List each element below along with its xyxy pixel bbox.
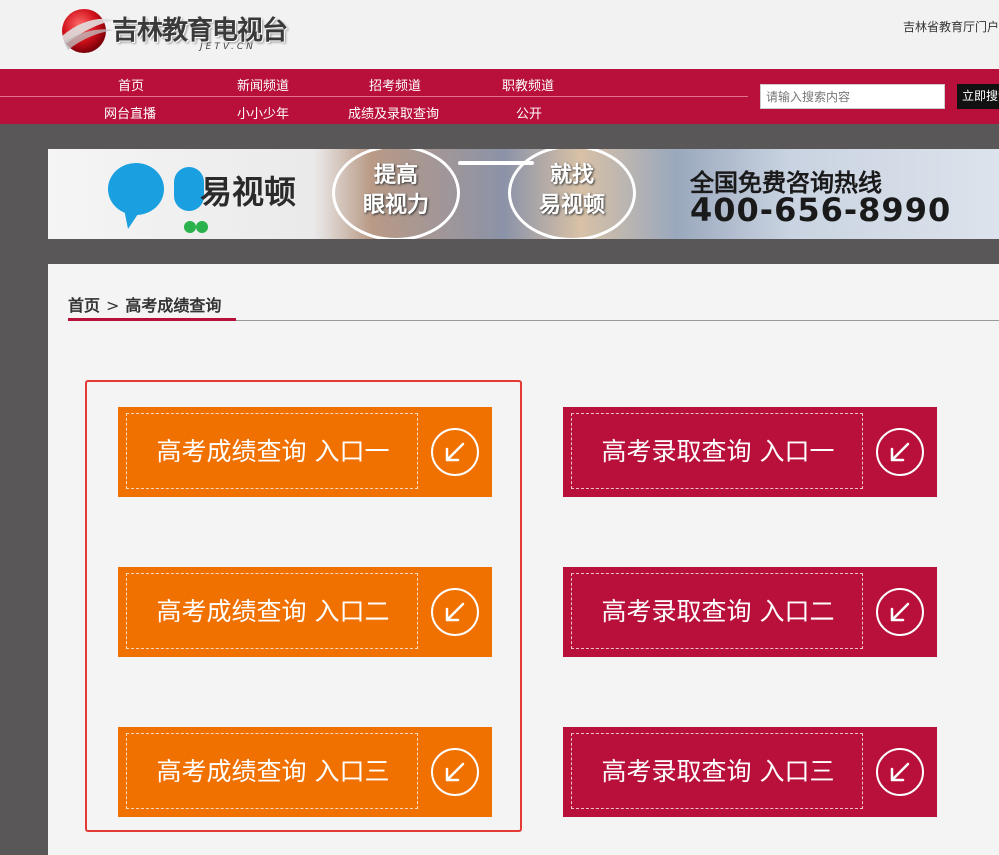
nav-item-public[interactable]: 公开 xyxy=(516,103,542,122)
admission-entry-1-button[interactable]: 高考录取查询 入口一 xyxy=(563,407,937,497)
ad-banner[interactable]: 易视顿 提高 眼视力 就找 易视顿 全国免费咨询热线 400-656-8990 xyxy=(48,149,999,239)
search-input[interactable] xyxy=(760,84,945,109)
breadcrumb-current: 高考成绩查询 xyxy=(125,296,222,315)
entry-dashed-frame: 高考成绩查询 入口一 xyxy=(126,413,418,489)
arrow-down-left-icon xyxy=(431,748,479,796)
entry-dashed-frame: 高考录取查询 入口二 xyxy=(571,573,863,649)
arrow-down-left-icon xyxy=(876,428,924,476)
entry-dashed-frame: 高考成绩查询 入口三 xyxy=(126,733,418,809)
breadcrumb-home[interactable]: 首页 xyxy=(68,296,100,315)
lens-right-line1: 就找 xyxy=(549,163,594,188)
logo-globe-icon xyxy=(62,9,116,53)
nav-item-vocational[interactable]: 职教频道 xyxy=(502,75,554,94)
entry-label: 高考录取查询 入口三 xyxy=(601,757,835,786)
nav-item-news[interactable]: 新闻频道 xyxy=(237,75,289,94)
entry-label: 高考成绩查询 入口一 xyxy=(156,437,390,466)
search-button[interactable]: 立即搜索 xyxy=(957,84,999,109)
lens-left-text: 提高 眼视力 xyxy=(352,161,440,221)
main-content: 首页 > 高考成绩查询 高考成绩查询 入口一 高考成绩查询 入口二 高考成绩查询 入… xyxy=(48,264,999,855)
arrow-down-left-icon xyxy=(431,428,479,476)
breadcrumb-underline xyxy=(68,318,236,321)
hotline-number: 400-656-8990 xyxy=(690,191,952,229)
portal-link[interactable]: 吉林省教育厅门户 xyxy=(903,18,999,35)
lens-left-line1: 提高 xyxy=(373,163,418,188)
breadcrumb: 首页 > 高考成绩查询 xyxy=(68,292,221,316)
lens-right-text: 就找 易视顿 xyxy=(528,161,616,221)
logo-subtext: JETV.CN xyxy=(200,42,256,52)
nav-item-score-query[interactable]: 成绩及录取查询 xyxy=(348,103,439,122)
main-nav: 首页 新闻频道 招考频道 职教频道 网台直播 小小少年 成绩及录取查询 公开 立… xyxy=(0,69,999,124)
entry-dashed-frame: 高考录取查询 入口三 xyxy=(571,733,863,809)
arrow-down-left-icon xyxy=(876,588,924,636)
nav-item-live[interactable]: 网台直播 xyxy=(104,103,156,122)
entry-label: 高考成绩查询 入口二 xyxy=(156,597,390,626)
score-entry-1-button[interactable]: 高考成绩查询 入口一 xyxy=(118,407,492,497)
nav-item-youth[interactable]: 小小少年 xyxy=(237,103,289,122)
admission-entry-3-button[interactable]: 高考录取查询 入口三 xyxy=(563,727,937,817)
breadcrumb-separator: > xyxy=(106,296,120,315)
entry-label: 高考录取查询 入口一 xyxy=(601,437,835,466)
entry-dashed-frame: 高考录取查询 入口一 xyxy=(571,413,863,489)
site-logo[interactable]: 吉林教育电视台 JETV.CN xyxy=(58,4,308,58)
entry-label: 高考成绩查询 入口三 xyxy=(156,757,390,786)
lens-left-line2: 眼视力 xyxy=(362,193,429,218)
admission-entry-2-button[interactable]: 高考录取查询 入口二 xyxy=(563,567,937,657)
nav-item-exam[interactable]: 招考频道 xyxy=(369,75,421,94)
nav-item-home[interactable]: 首页 xyxy=(118,75,144,94)
score-entry-2-button[interactable]: 高考成绩查询 入口二 xyxy=(118,567,492,657)
entry-dashed-frame: 高考成绩查询 入口二 xyxy=(126,573,418,649)
entry-label: 高考录取查询 入口二 xyxy=(601,597,835,626)
score-entry-3-button[interactable]: 高考成绩查询 入口三 xyxy=(118,727,492,817)
arrow-down-left-icon xyxy=(431,588,479,636)
site-header: 吉林教育电视台 JETV.CN 吉林省教育厅门户 xyxy=(0,0,999,69)
banner-brand: 易视顿 xyxy=(200,173,297,211)
left-strip xyxy=(0,264,48,855)
lens-right-line2: 易视顿 xyxy=(538,193,605,218)
nav-divider xyxy=(0,96,748,97)
arrow-down-left-icon xyxy=(876,748,924,796)
